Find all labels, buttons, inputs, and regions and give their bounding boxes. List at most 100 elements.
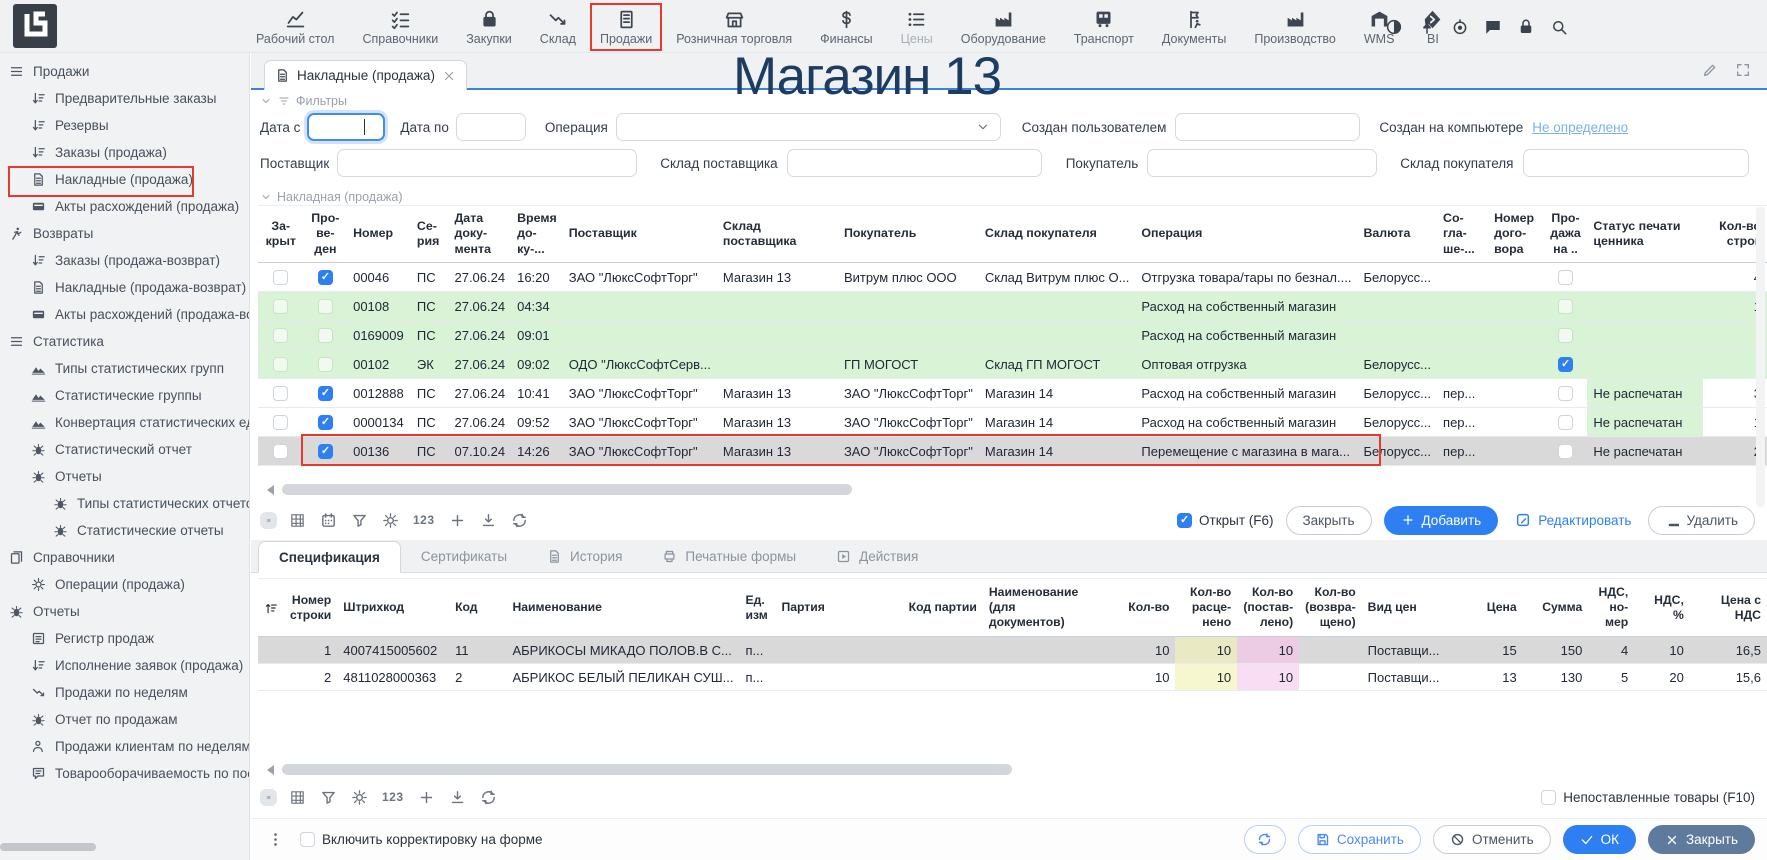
menu-item-3[interactable]: Склад bbox=[526, 3, 590, 51]
invoice-col-agreement[interactable]: Со- гла- ше-... bbox=[1437, 206, 1488, 263]
scroll-left-arrow-icon[interactable] bbox=[262, 765, 274, 775]
spec-hscrollbar[interactable] bbox=[258, 763, 1756, 776]
invoice-col-currency[interactable]: Валюта bbox=[1357, 206, 1437, 263]
sidebar-item-6[interactable]: Возвраты bbox=[0, 220, 249, 247]
checkbox[interactable] bbox=[1541, 790, 1556, 805]
pin-icon[interactable] bbox=[1418, 18, 1436, 36]
sidebar-item-9[interactable]: Акты расхождений (продажа-возврат) bbox=[0, 301, 249, 328]
checkbox[interactable] bbox=[1177, 513, 1192, 528]
refresh-form-button[interactable] bbox=[1244, 825, 1286, 854]
menu-item-1[interactable]: Справочники bbox=[348, 3, 452, 51]
spec-col-doc_name[interactable]: Наименование (для документов) bbox=[983, 579, 1110, 637]
app-logo[interactable] bbox=[13, 4, 57, 48]
posted-checkbox[interactable] bbox=[318, 386, 333, 401]
invoice-col-sale_on[interactable]: Про- дажа на .. bbox=[1544, 206, 1588, 263]
sale_on-checkbox[interactable] bbox=[1558, 299, 1573, 314]
invoice-col-supplier[interactable]: Поставщик bbox=[563, 206, 717, 263]
spec-row[interactable]: 248110280003632АБРИКОС БЕЛЫЙ ПЕЛИКАН СУШ… bbox=[258, 664, 1767, 691]
sale_on-checkbox[interactable] bbox=[1558, 386, 1573, 401]
sidebar-item-5[interactable]: Акты расхождений (продажа) bbox=[0, 193, 249, 220]
invoice-col-buyer[interactable]: Покупатель bbox=[838, 206, 979, 263]
delete-button[interactable]: Удалить bbox=[1648, 506, 1755, 535]
sidebar-item-23[interactable]: Продажи по неделям bbox=[0, 679, 249, 706]
calendar-icon[interactable] bbox=[320, 512, 337, 529]
spec-col-line_no[interactable]: Номер строки bbox=[284, 579, 337, 637]
posted-checkbox[interactable] bbox=[318, 444, 333, 459]
spec-col-qty_delivered[interactable]: Кол-во (постав- лено) bbox=[1237, 579, 1299, 637]
invoice-col-print_status[interactable]: Статус печати ценника bbox=[1587, 206, 1703, 263]
sidebar-item-18[interactable]: Справочники bbox=[0, 544, 249, 571]
spec-sort-header[interactable] bbox=[258, 579, 284, 637]
lock-icon[interactable] bbox=[1517, 18, 1535, 36]
spec-col-barcode[interactable]: Штрихкод bbox=[337, 579, 449, 637]
posted-checkbox[interactable] bbox=[318, 415, 333, 430]
close-form-button[interactable]: Закрыть bbox=[1648, 825, 1755, 854]
menu-item-6[interactable]: Финансы bbox=[806, 3, 886, 51]
grid-view-icon[interactable] bbox=[289, 789, 306, 806]
spec-col-name[interactable]: Наименование bbox=[506, 579, 739, 637]
menu-item-5[interactable]: Розничная торговля bbox=[662, 3, 806, 51]
invoice-row[interactable]: 00046ПС27.06.2416:20ЗАО "ЛюксСофтТорг"Ма… bbox=[258, 263, 1767, 292]
sidebar-item-1[interactable]: Предварительные заказы bbox=[0, 85, 249, 112]
add-column-icon[interactable] bbox=[449, 512, 466, 529]
refresh-icon[interactable] bbox=[511, 512, 528, 529]
invoice-section-header[interactable]: Накладная (продажа) bbox=[260, 190, 403, 204]
posted-checkbox[interactable] bbox=[318, 328, 333, 343]
spec-col-sum[interactable]: Сумма bbox=[1523, 579, 1589, 637]
list-view-icon[interactable] bbox=[260, 512, 277, 529]
sidebar-item-24[interactable]: Отчет по продажам bbox=[0, 706, 249, 733]
invoice-row[interactable]: 0169009ПС27.06.2409:01Расход на собствен… bbox=[258, 321, 1767, 350]
contrast-icon[interactable] bbox=[1385, 18, 1403, 36]
spec-row[interactable]: 1400741500560211АБРИКОСЫ МИКАДО ПОЛОВ.В … bbox=[258, 637, 1767, 664]
sidebar-item-25[interactable]: Продажи клиентам по неделям bbox=[0, 733, 249, 760]
target-icon[interactable] bbox=[1451, 18, 1469, 36]
scrollbar-thumb[interactable] bbox=[282, 484, 852, 495]
download-icon[interactable] bbox=[449, 789, 466, 806]
invoice-row[interactable]: 0012888ПС27.06.2410:41ЗАО "ЛюксСофтТорг"… bbox=[258, 379, 1767, 408]
close-invoice-button[interactable]: Закрыть bbox=[1286, 506, 1372, 535]
sidebar-hscrollbar[interactable] bbox=[0, 843, 96, 851]
sale_on-checkbox[interactable] bbox=[1558, 328, 1573, 343]
grid-view-icon[interactable] bbox=[289, 512, 306, 529]
sidebar-item-17[interactable]: Статистические отчеты bbox=[0, 517, 249, 544]
spec-col-price_type[interactable]: Вид цен bbox=[1362, 579, 1454, 637]
supplier-input[interactable] bbox=[337, 149, 637, 177]
detail-tab-4[interactable]: Действия bbox=[816, 540, 938, 572]
sidebar-item-2[interactable]: Резервы bbox=[0, 112, 249, 139]
sidebar-item-8[interactable]: Накладные (продажа-возврат) bbox=[0, 274, 249, 301]
list-view-icon[interactable] bbox=[260, 789, 277, 806]
sidebar-item-21[interactable]: Регистр продаж bbox=[0, 625, 249, 652]
supplier-wh-input[interactable] bbox=[787, 149, 1042, 177]
sidebar-item-3[interactable]: Заказы (продажа) bbox=[0, 139, 249, 166]
posted-checkbox[interactable] bbox=[318, 270, 333, 285]
scrollbar-thumb[interactable] bbox=[282, 764, 1012, 775]
spec-col-qty_priced[interactable]: Кол-во расце- нено bbox=[1175, 579, 1237, 637]
buyer-input[interactable] bbox=[1147, 149, 1377, 177]
menu-item-9[interactable]: Транспорт bbox=[1060, 3, 1148, 51]
invoice-row[interactable]: 00102ЭК27.06.2409:02ОДО "ЛюксСофтСерв...… bbox=[258, 350, 1767, 379]
sidebar-item-16[interactable]: Типы статистических отчетов bbox=[0, 490, 249, 517]
invoice-col-operation[interactable]: Операция bbox=[1135, 206, 1357, 263]
invoice-col-contract[interactable]: Номер дого- вора bbox=[1488, 206, 1544, 263]
operation-select[interactable] bbox=[616, 113, 1001, 141]
created-on-computer-link[interactable]: Не определено bbox=[1532, 120, 1628, 135]
filter-funnel-icon[interactable] bbox=[320, 789, 337, 806]
spec-col-code[interactable]: Код bbox=[449, 579, 506, 637]
closed-checkbox[interactable] bbox=[273, 299, 288, 314]
sidebar-item-10[interactable]: Статистика bbox=[0, 328, 249, 355]
numbering-toggle[interactable]: 123 bbox=[382, 790, 404, 804]
spec-col-qty_returned[interactable]: Кол-во (возвра- щено) bbox=[1299, 579, 1362, 637]
invoice-col-number[interactable]: Номер bbox=[347, 206, 411, 263]
detail-tab-0[interactable]: Спецификация bbox=[258, 541, 401, 573]
settings-gear-icon[interactable] bbox=[382, 512, 399, 529]
closed-checkbox[interactable] bbox=[273, 328, 288, 343]
chat-icon[interactable] bbox=[1484, 18, 1502, 36]
menu-item-2[interactable]: Закупки bbox=[452, 3, 526, 51]
date-to-input[interactable] bbox=[456, 113, 526, 141]
form-adjustment-checkbox[interactable]: Включить корректировку на форме bbox=[300, 832, 543, 847]
posted-checkbox[interactable] bbox=[318, 299, 333, 314]
sidebar-item-22[interactable]: Исполнение заявок (продажа) bbox=[0, 652, 249, 679]
detail-tab-2[interactable]: История bbox=[527, 540, 642, 572]
sidebar-item-20[interactable]: Отчеты bbox=[0, 598, 249, 625]
closed-checkbox[interactable] bbox=[273, 357, 288, 372]
